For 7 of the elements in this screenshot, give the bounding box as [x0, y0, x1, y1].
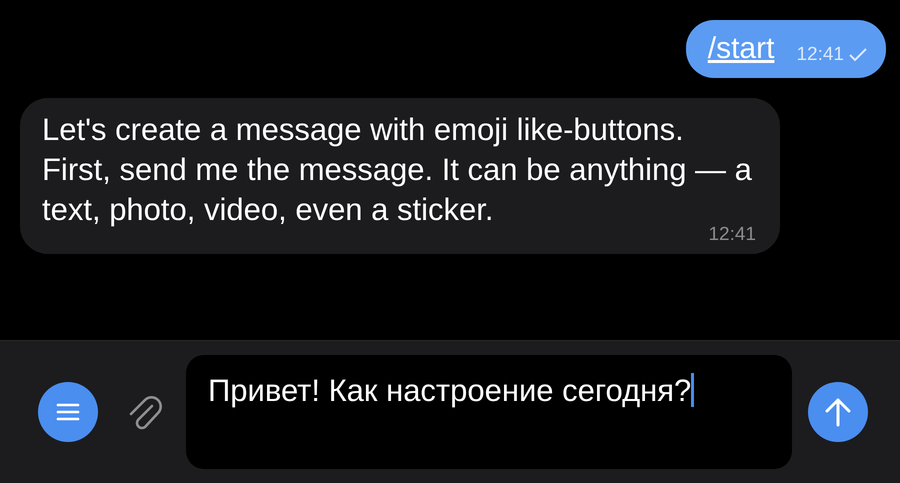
text-cursor	[691, 373, 694, 407]
up-arrow-icon	[825, 397, 851, 427]
message-text: Let's create a message with emoji like-buttons. First, send me the message. It can be anything — a text, photo, video, even a sticker.	[42, 111, 752, 227]
menu-icon	[56, 402, 80, 422]
message-time: 12:41	[708, 224, 756, 245]
message-time: 12:41	[796, 44, 844, 66]
message-input[interactable]: Привет! Как настроение сегодня?	[186, 355, 792, 469]
